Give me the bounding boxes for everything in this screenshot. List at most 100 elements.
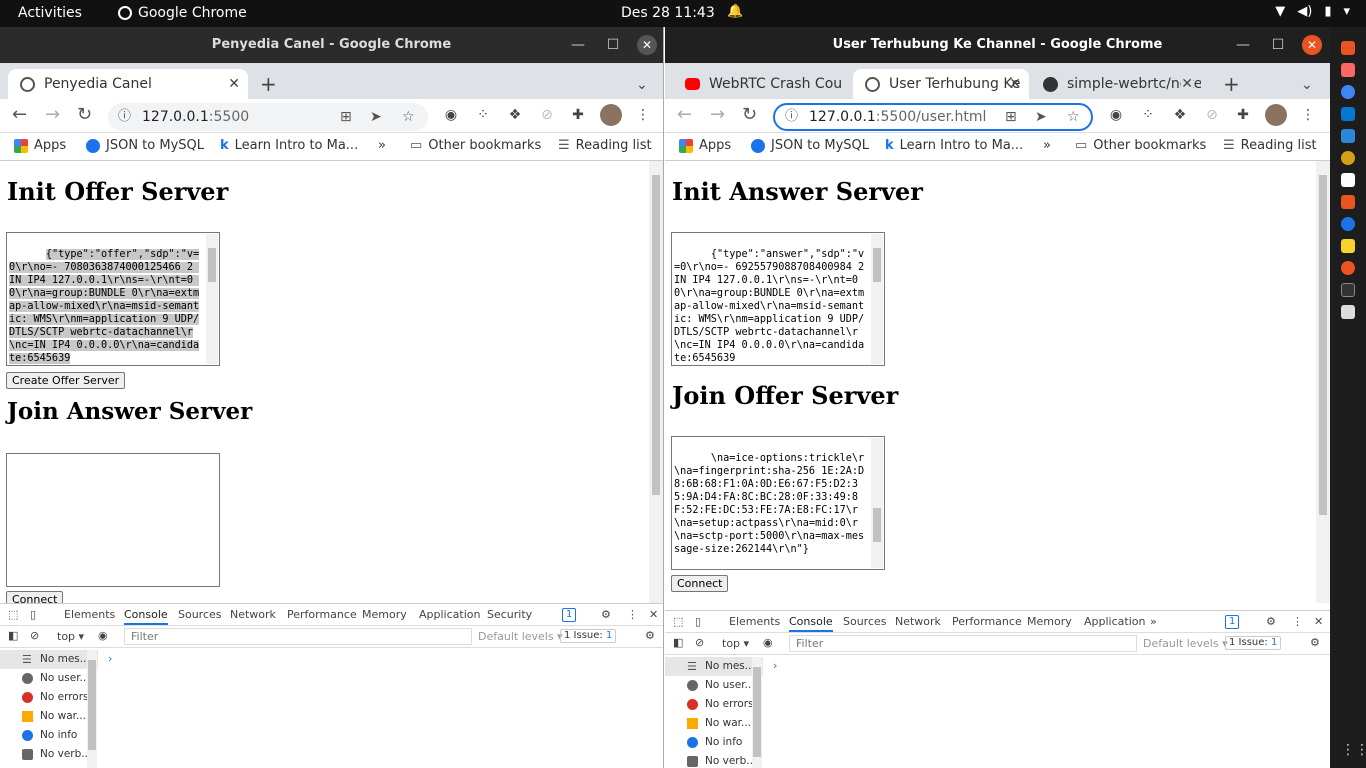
bookmark-other[interactable]: ▭ Other bookmarks bbox=[1075, 138, 1206, 153]
terminal-icon[interactable] bbox=[1341, 283, 1355, 297]
bookmark-other[interactable]: ▭ Other bookmarks bbox=[410, 138, 541, 153]
sidebar-errors[interactable]: No errors bbox=[0, 688, 98, 707]
device-toggle-icon[interactable]: ▯ bbox=[695, 615, 701, 628]
translate-icon[interactable]: ⊞ bbox=[340, 103, 352, 131]
gear-icon[interactable]: ⚙ bbox=[601, 608, 611, 621]
sidebar-user[interactable]: No user... bbox=[0, 669, 98, 688]
tab-network[interactable]: Network bbox=[895, 615, 941, 628]
extension-icon-1[interactable]: ◉ bbox=[1107, 106, 1125, 124]
textarea-scrollbar[interactable] bbox=[871, 438, 883, 568]
context-select[interactable]: top ▾ bbox=[722, 637, 749, 650]
tab-search-button[interactable]: ⌄ bbox=[1301, 70, 1313, 100]
menu-kebab-icon[interactable]: ⋮ bbox=[1299, 106, 1317, 124]
back-button[interactable]: ← bbox=[677, 104, 692, 125]
sidebar-verbose[interactable]: No verb... bbox=[0, 745, 98, 764]
send-icon[interactable]: ➤ bbox=[370, 103, 382, 131]
tab-search-button[interactable]: ⌄ bbox=[636, 70, 648, 100]
tab-simple-webrtc[interactable]: simple-webrtc/note ✕ bbox=[1031, 69, 1201, 99]
tab-webrtc-crash-course[interactable]: WebRTC Crash Cou bbox=[673, 69, 853, 99]
tab-penyedia-canel[interactable]: Penyedia Canel ✕ bbox=[8, 69, 248, 99]
sidebar-messages[interactable]: ☰ No mes... bbox=[0, 650, 98, 669]
more-tabs-button[interactable]: » bbox=[1150, 615, 1157, 628]
star-icon[interactable]: ☆ bbox=[1067, 105, 1080, 129]
console-settings-icon[interactable]: ⚙ bbox=[1310, 636, 1320, 649]
show-apps-icon[interactable]: ⋮⋮⋮ bbox=[1341, 742, 1366, 758]
bookmark-learn-intro[interactable]: k Learn Intro to Ma... bbox=[885, 138, 1023, 153]
trash-icon[interactable] bbox=[1341, 305, 1355, 319]
connect-button[interactable]: Connect bbox=[671, 575, 729, 592]
more-icon[interactable]: ⋮ bbox=[1292, 615, 1303, 628]
extension-icon-3[interactable]: ❖ bbox=[1171, 106, 1189, 124]
console-filter-input[interactable]: Filter bbox=[124, 628, 472, 645]
page-scrollbar[interactable] bbox=[1316, 161, 1330, 603]
extension-icon-4[interactable]: ⊘ bbox=[1203, 106, 1221, 124]
software-icon[interactable] bbox=[1341, 195, 1355, 209]
extension-icon-3[interactable]: ❖ bbox=[506, 106, 524, 124]
tab-performance[interactable]: Performance bbox=[952, 615, 1022, 628]
sidebar-toggle-icon[interactable]: ◧ bbox=[8, 629, 18, 642]
right-titlebar[interactable]: User Terhubung Ke Channel - Google Chrom… bbox=[665, 27, 1330, 63]
bookmark-json-to-mysql[interactable]: JSON to MySQL bbox=[86, 138, 204, 153]
vscode-icon[interactable] bbox=[1341, 107, 1355, 121]
translate-icon[interactable]: ⊞ bbox=[1005, 105, 1017, 129]
bookmarks-overflow-button[interactable]: » bbox=[1043, 138, 1051, 153]
bookmark-reading-list[interactable]: ☰ Reading list bbox=[1223, 138, 1317, 153]
page-scrollbar[interactable] bbox=[649, 161, 663, 603]
help-icon[interactable] bbox=[1341, 217, 1355, 231]
sidebar-messages[interactable]: ☰ No mes... bbox=[665, 657, 763, 676]
tab-sources[interactable]: Sources bbox=[178, 608, 222, 621]
log-levels-select[interactable]: Default levels ▾ bbox=[1143, 637, 1228, 650]
system-tray[interactable]: ▼ ◀) ▮ ▾ bbox=[1275, 4, 1350, 19]
tab-memory[interactable]: Memory bbox=[362, 608, 407, 621]
address-bar[interactable]: ⓘ 127.0.0.1:5500 ⊞ ➤ ☆ bbox=[108, 103, 428, 131]
device-toggle-icon[interactable]: ▯ bbox=[30, 608, 36, 621]
rhythmbox-icon[interactable] bbox=[1341, 151, 1355, 165]
inspect-icon[interactable]: ⬚ bbox=[673, 615, 683, 628]
menu-kebab-icon[interactable]: ⋮ bbox=[634, 106, 652, 124]
bookmark-json-to-mysql[interactable]: JSON to MySQL bbox=[751, 138, 869, 153]
console-filter-input[interactable]: Filter bbox=[789, 635, 1137, 652]
bookmark-learn-intro[interactable]: k Learn Intro to Ma... bbox=[220, 138, 358, 153]
reload-button[interactable]: ↻ bbox=[77, 104, 92, 125]
bookmarks-overflow-button[interactable]: » bbox=[378, 138, 386, 153]
sidebar-warnings[interactable]: No war... bbox=[0, 707, 98, 726]
firefox-dev-icon[interactable] bbox=[1341, 261, 1355, 275]
inspect-icon[interactable]: ⬚ bbox=[8, 608, 18, 621]
messages-badge[interactable]: 1 bbox=[562, 608, 577, 622]
offer-textarea[interactable]: {"type":"offer","sdp":"v=0\r\no=- 708036… bbox=[6, 232, 220, 366]
sidebar-errors[interactable]: No errors bbox=[665, 695, 763, 714]
firefox-icon[interactable] bbox=[1341, 41, 1355, 55]
eye-icon[interactable]: ◉ bbox=[98, 629, 108, 642]
console-prompt-icon[interactable]: › bbox=[773, 659, 777, 672]
tab-console[interactable]: Console bbox=[124, 608, 168, 625]
tab-elements[interactable]: Elements bbox=[64, 608, 115, 621]
tab-application[interactable]: Application bbox=[419, 608, 480, 621]
new-tab-button[interactable]: + bbox=[260, 69, 277, 99]
writer-icon[interactable] bbox=[1341, 173, 1355, 187]
close-tab-icon[interactable]: ✕ bbox=[228, 69, 240, 99]
avatar[interactable] bbox=[600, 104, 622, 126]
avatar[interactable] bbox=[1265, 104, 1287, 126]
bookmark-apps[interactable]: Apps bbox=[679, 138, 731, 153]
console-prompt-icon[interactable]: › bbox=[108, 652, 112, 665]
offer-input-textarea[interactable]: \na=ice-options:trickle\r\na=fingerprint… bbox=[671, 436, 885, 570]
sidebar-toggle-icon[interactable]: ◧ bbox=[673, 636, 683, 649]
log-levels-select[interactable]: Default levels ▾ bbox=[478, 630, 563, 643]
textarea-scrollbar[interactable] bbox=[206, 234, 218, 364]
tab-user-terhubung[interactable]: User Terhubung Ke ✕ bbox=[853, 69, 1029, 99]
back-button[interactable]: ← bbox=[12, 104, 27, 125]
send-icon[interactable]: ➤ bbox=[1035, 105, 1047, 129]
clear-console-icon[interactable]: ⊘ bbox=[30, 629, 39, 642]
gear-icon[interactable]: ⚙ bbox=[1266, 615, 1276, 628]
star-icon[interactable]: ☆ bbox=[402, 103, 415, 131]
tab-security[interactable]: Security bbox=[487, 608, 532, 621]
forward-button[interactable]: → bbox=[710, 104, 725, 125]
console-settings-icon[interactable]: ⚙ bbox=[645, 629, 655, 642]
sidebar-warnings[interactable]: No war... bbox=[665, 714, 763, 733]
close-window-button[interactable]: ✕ bbox=[637, 35, 657, 55]
issues-button[interactable]: 1 Issue: 1 bbox=[560, 629, 617, 643]
bookmark-apps[interactable]: Apps bbox=[14, 138, 66, 153]
minimize-button[interactable]: — bbox=[1233, 27, 1253, 63]
clear-console-icon[interactable]: ⊘ bbox=[695, 636, 704, 649]
create-offer-button[interactable]: Create Offer Server bbox=[6, 372, 126, 389]
